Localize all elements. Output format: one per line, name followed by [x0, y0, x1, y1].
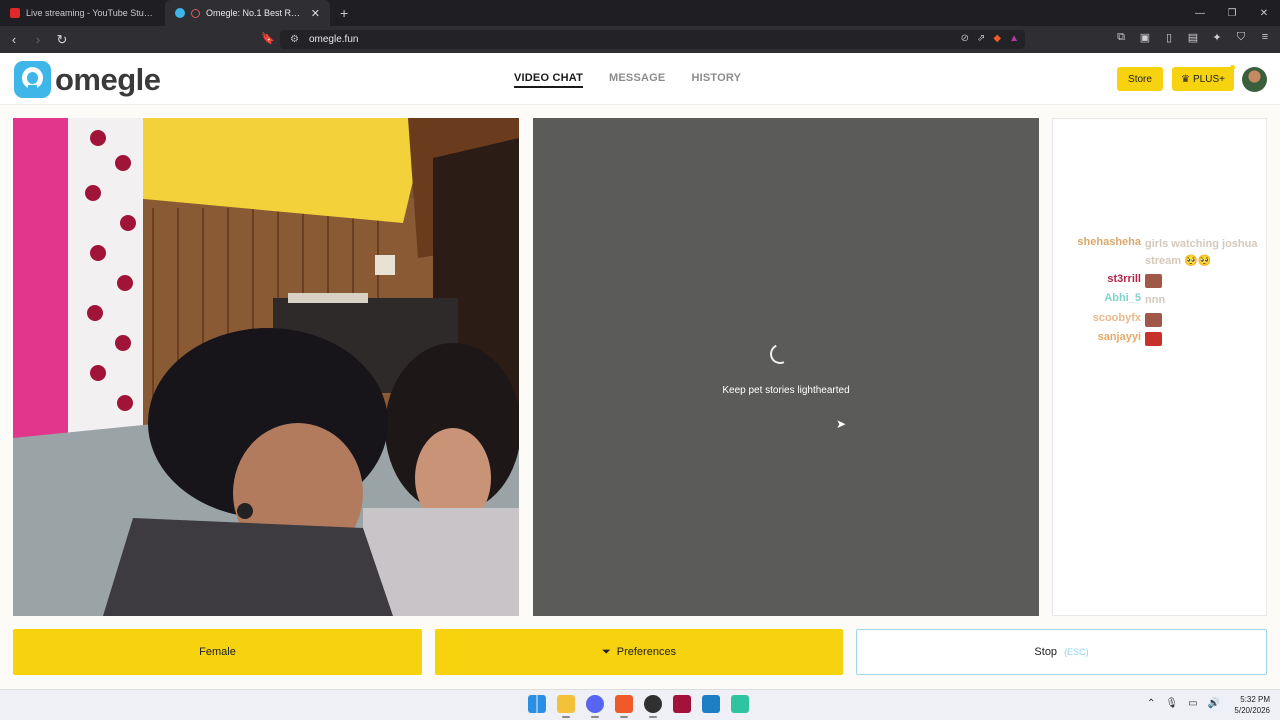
- sidebar-icon[interactable]: ▯: [1162, 31, 1176, 44]
- omegle-icon: [175, 8, 185, 18]
- mute-icon[interactable]: ⊘: [961, 33, 969, 44]
- stop-shortcut-hint: (ESC): [1064, 647, 1089, 657]
- reload-icon[interactable]: ↻: [52, 32, 72, 48]
- screenshot-icon[interactable]: ▣: [1138, 31, 1152, 44]
- notification-dot: [1230, 65, 1235, 70]
- filter-icon: ⏷: [601, 645, 611, 658]
- gender-filter-button[interactable]: Female: [13, 629, 422, 675]
- chat-text: nnn: [1145, 294, 1166, 306]
- tab-youtube-studio[interactable]: Live streaming - YouTube Studio: [0, 0, 165, 26]
- brave-browser-icon[interactable]: [615, 695, 633, 718]
- avatar[interactable]: [1242, 67, 1267, 92]
- preferences-button[interactable]: ⏷ Preferences: [435, 629, 843, 675]
- stop-label: Stop: [1034, 646, 1058, 658]
- browser-toolbar: ‹ › ↻ 🔖 ⚙ omegle.fun ⊘ ⇗ ◆ ▲: [0, 26, 1280, 53]
- close-window-icon[interactable]: ✕: [1248, 8, 1280, 19]
- chat-message: st3rrill: [1053, 273, 1268, 290]
- face-emote-icon: [1145, 313, 1162, 328]
- omegle-logo[interactable]: omegle: [14, 61, 161, 98]
- chat-text: girls watching joshua stream 🥺🥺: [1145, 238, 1258, 267]
- stranger-video: Keep pet stories lighthearted ➤: [533, 118, 1039, 616]
- tab-title: Omegle: No.1 Best Random V: [206, 8, 305, 18]
- chat-username: st3rrill: [1107, 273, 1141, 285]
- forward-icon[interactable]: ›: [28, 32, 48, 47]
- tab-omegle[interactable]: Omegle: No.1 Best Random V ✕: [165, 0, 330, 26]
- close-tab-icon[interactable]: ✕: [311, 7, 320, 20]
- discord-icon[interactable]: [586, 695, 604, 718]
- clock-time: 5:32 PM: [1240, 695, 1270, 704]
- extensions-icon[interactable]: ⧉: [1114, 31, 1128, 44]
- brave-shield-icon[interactable]: ◆: [993, 33, 1001, 44]
- wallet-icon[interactable]: ▤: [1186, 31, 1200, 44]
- nav-video-chat[interactable]: VIDEO CHAT: [514, 72, 584, 88]
- share-icon[interactable]: ⇗: [977, 33, 985, 44]
- chat-username: scoobyfx: [1092, 312, 1141, 324]
- face-emote-icon: [1145, 274, 1162, 289]
- store-button[interactable]: Store: [1117, 67, 1163, 91]
- webcam-feed-image: [13, 118, 519, 616]
- taskbar: ⌃ 🎙 ▭ 🔊 5:32 PM 5/20/2026: [0, 689, 1280, 720]
- main-nav: VIDEO CHAT MESSAGE HISTORY: [514, 72, 741, 88]
- chat-message: sanjayyi: [1053, 331, 1268, 348]
- file-explorer-icon[interactable]: [557, 695, 575, 718]
- app-a-icon[interactable]: [673, 695, 691, 713]
- chat-username: Abhi_5: [1104, 292, 1141, 304]
- logo-text: omegle: [55, 61, 161, 97]
- vpn-icon[interactable]: ⛉: [1234, 31, 1248, 44]
- chat-panel: shehasheha girls watching joshua stream …: [1052, 118, 1267, 616]
- new-tab-icon[interactable]: +: [330, 5, 358, 21]
- loading-spinner-icon: [767, 341, 793, 367]
- obs-icon[interactable]: [644, 695, 662, 718]
- microphone-icon[interactable]: 🎙: [1165, 698, 1178, 709]
- chat-message: Abhi_5 nnn: [1053, 292, 1268, 309]
- network-icon[interactable]: ▭: [1188, 698, 1197, 709]
- clock-date: 5/20/2026: [1234, 706, 1270, 715]
- preferences-label: Preferences: [616, 646, 677, 658]
- site-header: omegle VIDEO CHAT MESSAGE HISTORY Store …: [0, 53, 1280, 105]
- windows-start-icon[interactable]: [528, 695, 546, 713]
- restore-icon[interactable]: ❐: [1216, 8, 1248, 19]
- menu-icon[interactable]: ≡: [1258, 31, 1272, 44]
- crown-icon: ♛: [1181, 73, 1190, 85]
- chevron-up-icon[interactable]: ⌃: [1147, 698, 1155, 709]
- chat-message: shehasheha girls watching joshua stream …: [1053, 236, 1268, 270]
- browser-tab-bar: Live streaming - YouTube Studio Omegle: …: [0, 0, 1280, 26]
- red-emote-icon: [1145, 332, 1162, 347]
- back-icon[interactable]: ‹: [4, 32, 24, 47]
- youtube-icon: [10, 8, 20, 18]
- tab-title: Live streaming - YouTube Studio: [26, 8, 155, 18]
- site-settings-icon[interactable]: ⚙: [290, 34, 299, 45]
- extensions-area: ⧉ ▣ ▯ ▤ ✦ ⛉ ≡: [1114, 31, 1272, 44]
- chat-message: scoobyfx: [1053, 312, 1268, 329]
- remote-app-icon[interactable]: [702, 695, 720, 713]
- record-icon: [191, 8, 200, 18]
- chat-username: shehasheha: [1077, 236, 1141, 248]
- chat-username: sanjayyi: [1097, 331, 1141, 343]
- connection-status-text: Keep pet stories lighthearted: [722, 385, 850, 396]
- minimize-icon[interactable]: —: [1184, 8, 1216, 19]
- omegle-logo-mark-icon: [14, 61, 51, 98]
- local-video: [13, 118, 519, 616]
- stop-button[interactable]: Stop (ESC): [856, 629, 1267, 675]
- system-tray: ⌃ 🎙 ▭ 🔊: [1147, 698, 1220, 709]
- nav-message[interactable]: MESSAGE: [609, 72, 665, 88]
- nav-history[interactable]: HISTORY: [691, 72, 741, 88]
- plus-label: PLUS+: [1193, 73, 1225, 85]
- plus-button[interactable]: ♛ PLUS+: [1172, 67, 1234, 91]
- chatgpt-app-icon[interactable]: [731, 695, 749, 713]
- taskbar-apps: [528, 695, 749, 718]
- volume-icon[interactable]: 🔊: [1208, 698, 1220, 709]
- bookmark-icon[interactable]: 🔖: [258, 32, 278, 45]
- address-bar-actions: ⊘ ⇗ ◆ ▲: [961, 33, 1019, 44]
- address-bar[interactable]: ⚙ omegle.fun ⊘ ⇗ ◆ ▲: [280, 30, 1025, 49]
- mouse-cursor-icon: ➤: [836, 417, 847, 431]
- url-text: omegle.fun: [308, 34, 359, 45]
- clock[interactable]: 5:32 PM 5/20/2026: [1234, 694, 1270, 716]
- leo-ai-icon[interactable]: ✦: [1210, 31, 1224, 44]
- window-controls: — ❐ ✕: [1184, 0, 1280, 26]
- rewards-icon[interactable]: ▲: [1009, 33, 1019, 44]
